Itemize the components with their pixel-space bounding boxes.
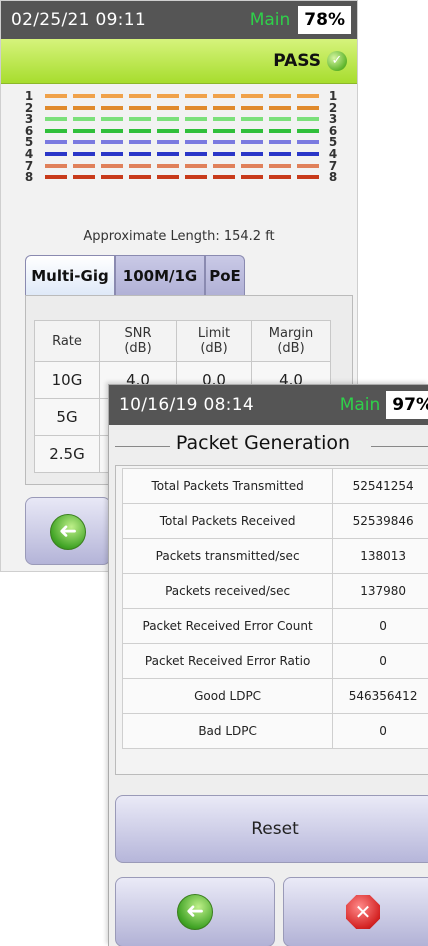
battery-level: 97% — [386, 391, 428, 419]
status-mode: Main — [250, 10, 291, 30]
stat-label: Packets transmitted/sec — [123, 539, 333, 574]
result-status: PASS — [273, 51, 321, 71]
close-button[interactable]: ✕ — [283, 877, 428, 946]
page-title-wrap: Packet Generation — [108, 432, 428, 454]
wire-line — [45, 117, 321, 121]
wire-line — [45, 140, 321, 144]
wire-line — [45, 94, 321, 98]
result-bar: PASS ✓ — [1, 39, 357, 84]
status-bar: 10/16/19 08:14 Main 97% — [109, 385, 428, 425]
stat-value: 52539846 — [333, 504, 428, 539]
status-bar: 02/25/21 09:11 Main 78% — [1, 1, 357, 39]
pin-label: 8 — [23, 172, 35, 184]
stat-value: 0 — [333, 714, 428, 749]
column-header: Limit (dB) — [177, 321, 252, 362]
stat-label: Packet Received Error Ratio — [123, 644, 333, 679]
stat-label: Total Packets Transmitted — [123, 469, 333, 504]
packet-generation-screen: 10/16/19 08:14 Main 97% Packet Generatio… — [108, 384, 428, 946]
stats-table: Total Packets Transmitted52541254 Total … — [122, 468, 428, 749]
wire-map: 1 2 3 6 5 4 7 8 1 2 3 6 5 4 7 8 — [1, 89, 358, 204]
column-header: SNR (dB) — [100, 321, 177, 362]
back-button[interactable]: ➜ — [25, 497, 111, 565]
table-row: Total Packets Transmitted52541254 — [123, 469, 428, 504]
test-tabs: Multi-Gig 100M/1G PoE — [25, 255, 245, 295]
stat-label: Packet Received Error Count — [123, 609, 333, 644]
approximate-length: Approximate Length: 154.2 ft — [1, 229, 357, 244]
table-cell: 2.5G — [35, 436, 100, 473]
wire-line — [45, 152, 321, 156]
tab-multi-gig[interactable]: Multi-Gig — [25, 255, 115, 295]
back-arrow-icon: ➜ — [177, 894, 213, 930]
stats-panel: Total Packets Transmitted52541254 Total … — [115, 465, 428, 775]
tab-100m-1g[interactable]: 100M/1G — [115, 255, 205, 295]
status-datetime: 02/25/21 09:11 — [11, 10, 146, 30]
table-row: Packets received/sec137980 — [123, 574, 428, 609]
stat-value: 52541254 — [333, 469, 428, 504]
back-arrow-icon: ➜ — [50, 514, 86, 550]
page-title-row: Packet Generation — [109, 429, 428, 463]
table-cell: 5G — [35, 399, 100, 436]
table-row: Bad LDPC0 — [123, 714, 428, 749]
stat-label: Bad LDPC — [123, 714, 333, 749]
stat-value: 138013 — [333, 539, 428, 574]
status-mode: Main — [340, 395, 381, 415]
stat-value: 0 — [333, 644, 428, 679]
table-row: Packet Received Error Count0 — [123, 609, 428, 644]
column-header: Margin (dB) — [252, 321, 331, 362]
wire-map-pins-right: 1 2 3 6 5 4 7 8 — [327, 91, 339, 184]
reset-button[interactable]: Reset — [115, 795, 428, 863]
wire-line — [45, 164, 321, 168]
close-stop-icon: ✕ — [346, 895, 380, 929]
stat-value: 137980 — [333, 574, 428, 609]
stat-label: Packets received/sec — [123, 574, 333, 609]
stat-label: Good LDPC — [123, 679, 333, 714]
stat-value: 0 — [333, 609, 428, 644]
stat-value: 546356412 — [333, 679, 428, 714]
status-datetime: 10/16/19 08:14 — [119, 395, 254, 415]
pass-check-icon: ✓ — [327, 51, 347, 71]
table-row: Total Packets Received52539846 — [123, 504, 428, 539]
column-header: Rate — [35, 321, 100, 362]
wire-line — [45, 175, 321, 179]
back-button[interactable]: ➜ — [115, 877, 275, 946]
table-row: Packet Received Error Ratio0 — [123, 644, 428, 679]
table-row: Good LDPC546356412 — [123, 679, 428, 714]
tab-poe[interactable]: PoE — [205, 255, 245, 295]
wire-line — [45, 129, 321, 133]
page-title: Packet Generation — [170, 432, 356, 454]
wire-map-pins-left: 1 2 3 6 5 4 7 8 — [23, 91, 35, 184]
wire-line — [45, 106, 321, 110]
table-cell: 10G — [35, 362, 100, 399]
stat-label: Total Packets Received — [123, 504, 333, 539]
table-row: Packets transmitted/sec138013 — [123, 539, 428, 574]
pin-label: 8 — [327, 172, 339, 184]
battery-level: 78% — [298, 6, 351, 34]
